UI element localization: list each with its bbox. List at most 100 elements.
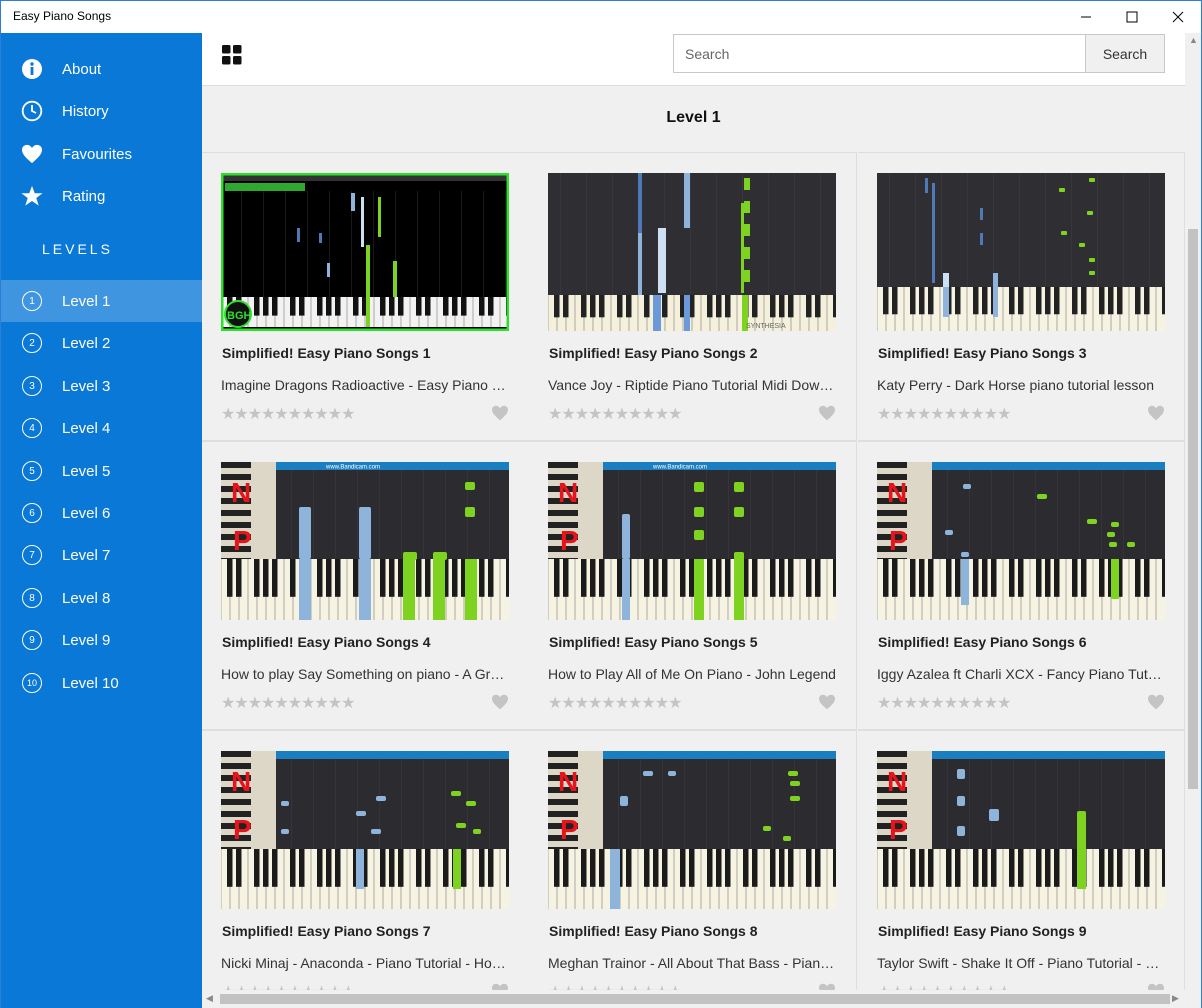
star-rating-icon[interactable]: ★★★★★★★★★★ (548, 404, 682, 424)
svg-text:N: N (231, 477, 251, 508)
sidebar-item-level-7[interactable]: 7 Level 7 (1, 534, 202, 576)
song-card[interactable]: NPT Simplified! Easy Piano Songs 9 Taylor … (858, 730, 1185, 1008)
sidebar-item-label: Level 6 (62, 504, 111, 522)
level-number-icon: 9 (22, 630, 42, 650)
sidebar-item-level-6[interactable]: 6 Level 6 (1, 492, 202, 534)
minimize-icon (1081, 16, 1091, 18)
maximize-button[interactable] (1109, 1, 1155, 33)
star-rating-icon[interactable]: ★★★★★★★★★★ (548, 693, 682, 713)
thumbnail-image: BGH (221, 173, 509, 331)
song-thumbnail[interactable]: NPT (877, 462, 1165, 620)
thumbnail-image: NPT (221, 751, 509, 909)
song-description: Vance Joy - Riptide Piano Tutorial Midi … (548, 377, 838, 393)
sidebar-item-level-10[interactable]: 10 Level 10 (1, 662, 202, 704)
star-rating-icon[interactable]: ★★★★★★★★★★ (877, 404, 1011, 424)
svg-text:N: N (558, 477, 578, 508)
scroll-up-icon[interactable]: ▲ (1189, 35, 1198, 45)
sidebar-item-level-3[interactable]: 3 Level 3 (1, 365, 202, 407)
favourite-heart-icon[interactable] (818, 405, 836, 421)
thumbnail-image: www.Bandicam.comNPT (221, 462, 509, 620)
song-card[interactable]: www.Bandicam.comNPT Simplified! Easy Pian… (529, 441, 857, 730)
maximize-icon (1126, 11, 1138, 23)
level-number-icon: 5 (22, 461, 42, 481)
svg-text:N: N (887, 766, 907, 797)
svg-text:BGH: BGH (227, 310, 252, 322)
grid-view-icon[interactable] (221, 44, 243, 66)
levels-header: LEVELS (42, 241, 113, 257)
sidebar-item-level-2[interactable]: 2 Level 2 (1, 322, 202, 364)
favourite-heart-icon[interactable] (818, 694, 836, 710)
sidebar-item-level-4[interactable]: 4 Level 4 (1, 407, 202, 449)
song-card[interactable]: SYNTHESIA Simplified! Easy Piano Songs 2 V… (529, 152, 857, 441)
scrollbar-thumb[interactable] (1188, 229, 1198, 789)
sidebar-item-label: Favourites (62, 145, 133, 163)
star-rating-icon[interactable]: ★★★★★★★★★★ (877, 693, 1011, 713)
song-description: How to Play All of Me On Piano - John Le… (548, 666, 836, 682)
close-button[interactable] (1155, 1, 1201, 33)
scroll-right-icon[interactable]: ▶ (1172, 993, 1179, 1004)
search-input[interactable] (673, 34, 1086, 73)
song-card[interactable]: BGH Simplified! Easy Piano Songs 1 Imagine… (202, 152, 530, 441)
info-icon (21, 58, 43, 80)
sidebar-item-label: History (62, 102, 109, 120)
sidebar-item-rating[interactable]: Rating (1, 175, 202, 217)
song-title: Simplified! Easy Piano Songs 7 (222, 923, 431, 939)
sidebar-item-level-1[interactable]: 1 Level 1 (1, 280, 202, 322)
favourite-heart-icon[interactable] (1147, 405, 1165, 421)
sidebar-item-label: Level 5 (62, 462, 111, 480)
song-title: Simplified! Easy Piano Songs 2 (549, 345, 758, 361)
horizontal-scrollbar[interactable]: ◀ ▶ (202, 990, 1185, 1008)
level-number-icon: 10 (22, 673, 42, 693)
song-title: Simplified! Easy Piano Songs 5 (549, 634, 758, 650)
favourite-heart-icon[interactable] (1147, 694, 1165, 710)
song-card[interactable]: NPT Simplified! Easy Piano Songs 6 Iggy Az… (858, 441, 1185, 730)
song-card[interactable]: NPT Simplified! Easy Piano Songs 7 Nicki M… (202, 730, 530, 1008)
svg-text:P: P (560, 814, 579, 845)
star-rating-icon[interactable]: ★★★★★★★★★★ (221, 404, 355, 424)
sidebar-item-label: Rating (62, 187, 106, 205)
sidebar-item-favourites[interactable]: Favourites (1, 133, 202, 175)
svg-text:www.Bandicam.com: www.Bandicam.com (325, 465, 380, 471)
song-thumbnail[interactable]: NPT (221, 751, 509, 909)
song-thumbnail[interactable]: BGH (221, 173, 509, 331)
song-thumbnail[interactable]: NPT (548, 751, 836, 909)
song-description: Nicki Minaj - Anaconda - Piano Tutorial … (221, 955, 511, 971)
favourite-heart-icon[interactable] (491, 405, 509, 421)
song-thumbnail[interactable]: NPT (877, 751, 1165, 909)
svg-text:P: P (233, 525, 252, 556)
song-title: Simplified! Easy Piano Songs 9 (878, 923, 1087, 939)
minimize-button[interactable] (1063, 1, 1109, 33)
vertical-scrollbar[interactable]: ▲ (1185, 33, 1201, 1008)
star-icon (21, 185, 43, 207)
song-title: Simplified! Easy Piano Songs 6 (878, 634, 1087, 650)
star-rating-icon[interactable]: ★★★★★★★★★★ (221, 693, 355, 713)
song-description: How to play Say Something on piano - A G… (221, 666, 511, 682)
sidebar-item-label: Level 2 (62, 334, 111, 352)
song-thumbnail[interactable]: SYNTHESIA (548, 173, 836, 331)
clock-icon (21, 100, 43, 122)
sidebar-item-level-8[interactable]: 8 Level 8 (1, 577, 202, 619)
scroll-left-icon[interactable]: ◀ (206, 993, 213, 1004)
sidebar-item-about[interactable]: About (1, 48, 202, 90)
song-thumbnail[interactable] (877, 173, 1165, 331)
song-title: Simplified! Easy Piano Songs 4 (222, 634, 431, 650)
main-content: Search Level 1 BGH Simplified! Easy Piano… (202, 33, 1201, 1008)
song-title: Simplified! Easy Piano Songs 8 (549, 923, 758, 939)
search-button[interactable]: Search (1085, 34, 1165, 73)
song-thumbnail[interactable]: www.Bandicam.comNPT (221, 462, 509, 620)
song-card[interactable]: NPT Simplified! Easy Piano Songs 8 Meghan … (529, 730, 857, 1008)
sidebar-item-level-5[interactable]: 5 Level 5 (1, 450, 202, 492)
sidebar-item-level-9[interactable]: 9 Level 9 (1, 619, 202, 661)
song-card[interactable]: Simplified! Easy Piano Songs 3 Katy Perry… (858, 152, 1185, 441)
thumbnail-image: NPT (877, 751, 1165, 909)
level-number-icon: 6 (22, 503, 42, 523)
sidebar-item-history[interactable]: History (1, 90, 202, 132)
sidebar-item-label: Level 8 (62, 589, 111, 607)
section-title: Level 1 (666, 109, 721, 126)
sidebar-item-label: Level 1 (62, 292, 111, 310)
song-card[interactable]: www.Bandicam.comNPTSimplified! Easy Pian… (202, 441, 530, 730)
song-thumbnail[interactable]: www.Bandicam.comNPT (548, 462, 836, 620)
scrollbar-thumb[interactable] (220, 994, 1170, 1004)
sidebar-item-label: Level 3 (62, 377, 111, 395)
favourite-heart-icon[interactable] (491, 694, 509, 710)
